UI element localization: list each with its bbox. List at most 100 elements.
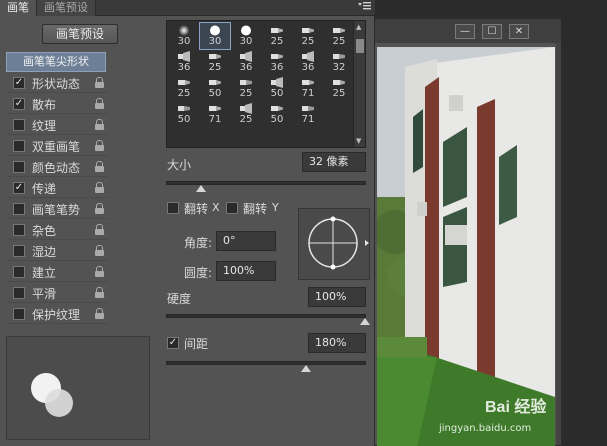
brush-tip-grid[interactable]: ▲ ▼ 30 30 30 25 25 25 36 25 36 36 36 32 25 50 25 50 71 25… (166, 20, 366, 148)
option-checkbox[interactable] (13, 245, 25, 257)
brush-tip[interactable]: 25 (324, 23, 354, 49)
fan-brush-icon (240, 103, 252, 114)
option-checkbox[interactable] (13, 224, 25, 236)
option-checkbox[interactable] (13, 287, 25, 299)
minimize-button[interactable]: — (455, 24, 475, 39)
lock-icon[interactable] (95, 203, 104, 214)
spacing-slider-handle[interactable] (300, 365, 311, 372)
brush-tip[interactable]: 71 (293, 101, 323, 127)
option-checkbox[interactable] (13, 119, 25, 131)
spacing-checkbox[interactable]: ✓ (167, 337, 179, 349)
brush-option-item[interactable]: 颜色动态 (6, 157, 108, 177)
brush-tip[interactable]: 50 (200, 75, 230, 101)
brush-tip[interactable]: 50 (262, 75, 292, 101)
brush-tip[interactable]: 25 (169, 75, 199, 101)
tip-grid-scroll-thumb[interactable] (356, 39, 364, 53)
angle-roundness-control[interactable] (298, 208, 370, 280)
size-slider-handle[interactable] (195, 185, 206, 192)
option-label: 传递 (32, 182, 57, 196)
brush-option-item[interactable]: ✓ 传递 (6, 178, 108, 198)
spacing-label: 间距 (184, 337, 209, 351)
option-checkbox[interactable] (13, 140, 25, 152)
brush-tip[interactable]: 36 (231, 49, 261, 75)
brush-presets-button[interactable]: 画笔预设 (42, 24, 118, 44)
option-checkbox[interactable] (13, 266, 25, 278)
brush-tip[interactable]: 50 (169, 101, 199, 127)
brush-tip[interactable]: 71 (200, 101, 230, 127)
brush-tip-size: 30 (177, 36, 191, 47)
brush-option-item[interactable]: ✓ 散布 (6, 94, 108, 114)
brush-tip-size: 25 (208, 62, 222, 73)
brush-tip[interactable]: 30 (169, 23, 199, 49)
scroll-up-icon[interactable]: ▲ (356, 23, 361, 31)
brush-option-item[interactable]: 纹理 (6, 115, 108, 135)
angle-field[interactable]: 0° (216, 231, 276, 251)
brush-option-item[interactable]: 湿边 (6, 241, 108, 261)
document-canvas-photo[interactable]: Bai 经验 jingyan.baidu.com (377, 47, 555, 446)
tab-brush-presets[interactable]: 画笔预设 (36, 0, 96, 16)
lock-icon[interactable] (95, 140, 104, 151)
bristle-brush-icon (333, 54, 345, 59)
document-scrollbar[interactable] (556, 43, 561, 445)
brush-tip[interactable]: 25 (324, 75, 354, 101)
option-checkbox[interactable]: ✓ (13, 98, 25, 110)
brush-tip[interactable]: 25 (293, 23, 323, 49)
lock-icon[interactable] (95, 98, 104, 109)
brush-tip-size: 25 (239, 88, 253, 99)
lock-icon[interactable] (95, 287, 104, 298)
hardness-field[interactable]: 100% (308, 287, 366, 307)
brush-option-item[interactable]: ✓ 形状动态 (6, 73, 108, 93)
maximize-button[interactable]: ☐ (482, 24, 502, 39)
lock-icon[interactable] (95, 161, 104, 172)
lock-icon[interactable] (95, 266, 104, 277)
brush-tip[interactable]: 36 (293, 49, 323, 75)
tip-grid-scrollbar[interactable]: ▲ ▼ (353, 21, 365, 147)
soft-round-brush-icon (178, 25, 190, 36)
spacing-field[interactable]: 180% (308, 333, 366, 353)
option-checkbox[interactable]: ✓ (13, 77, 25, 89)
brush-option-item[interactable]: 画笔笔势 (6, 199, 108, 219)
option-label: 保护纹理 (32, 308, 81, 322)
chisel-brush-icon (209, 80, 221, 85)
lock-icon[interactable] (95, 77, 104, 88)
brush-option-item[interactable]: 建立 (6, 262, 108, 282)
hardness-slider[interactable] (166, 314, 370, 325)
lock-icon[interactable] (95, 119, 104, 130)
brush-tip[interactable]: 36 (169, 49, 199, 75)
brush-tip[interactable]: 30 (231, 23, 261, 49)
brush-option-item[interactable]: 平滑 (6, 283, 108, 303)
option-checkbox[interactable] (13, 308, 25, 320)
option-checkbox[interactable] (13, 161, 25, 173)
lock-icon[interactable] (95, 182, 104, 193)
scroll-down-icon[interactable]: ▼ (356, 137, 361, 145)
tab-brush[interactable]: 画笔 (0, 0, 36, 16)
flip-y-checkbox[interactable] (226, 202, 238, 214)
spacing-slider[interactable] (166, 361, 366, 372)
brush-tip[interactable]: 25 (200, 49, 230, 75)
brush-option-item[interactable]: 双重画笔 (6, 136, 108, 156)
brush-option-item[interactable]: 保护纹理 (6, 304, 108, 324)
brush-tip[interactable]: 32 (324, 49, 354, 75)
brush-tip[interactable]: 25 (262, 23, 292, 49)
lock-icon[interactable] (95, 224, 104, 235)
lock-icon[interactable] (95, 308, 104, 319)
brush-tip[interactable]: 30 (199, 22, 231, 50)
brush-tip-shape-item[interactable]: 画笔笔尖形状 (6, 52, 106, 72)
size-slider[interactable] (166, 181, 366, 192)
brush-tip[interactable]: 50 (262, 101, 292, 127)
roundness-field[interactable]: 100% (216, 261, 276, 281)
hardness-slider-handle[interactable] (360, 318, 370, 325)
brush-tip[interactable]: 71 (293, 75, 323, 101)
option-checkbox[interactable] (13, 203, 25, 215)
menu-icon[interactable] (357, 1, 371, 14)
brush-tip[interactable]: 25 (231, 101, 261, 127)
size-field[interactable]: 32 像素 (302, 152, 366, 172)
lock-icon[interactable] (95, 245, 104, 256)
brush-option-item[interactable]: 杂色 (6, 220, 108, 240)
close-button[interactable]: ✕ (509, 24, 529, 39)
brush-tip[interactable]: 36 (262, 49, 292, 75)
brush-tip[interactable]: 25 (231, 75, 261, 101)
flip-x-checkbox[interactable] (167, 202, 179, 214)
chisel-brush-icon (302, 28, 314, 33)
option-checkbox[interactable]: ✓ (13, 182, 25, 194)
